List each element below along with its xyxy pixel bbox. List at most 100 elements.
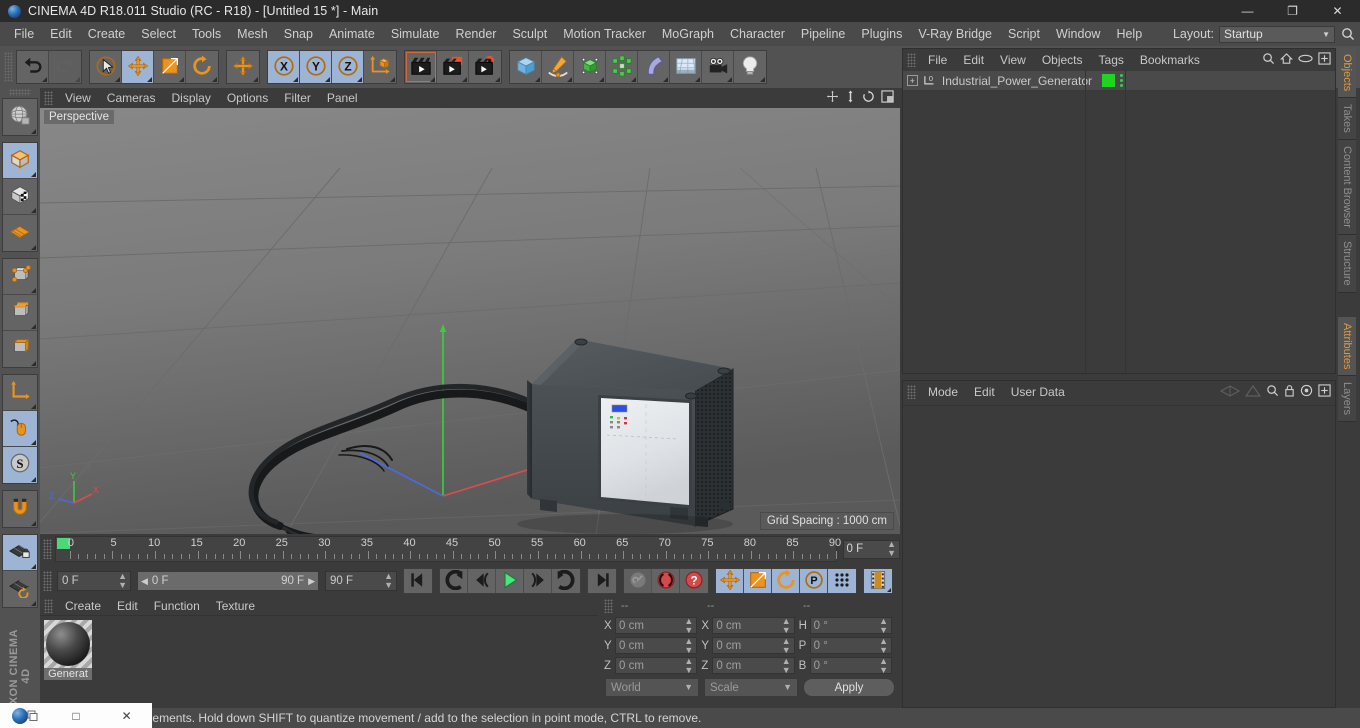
workplane-lock[interactable] — [3, 534, 37, 571]
play-button[interactable] — [496, 569, 524, 593]
coord-position-input-x[interactable]: 0 cm ▲ ▼ — [615, 616, 698, 635]
planar-workplane[interactable] — [3, 570, 37, 607]
rotate-tool[interactable] — [186, 51, 218, 83]
menu-simulate[interactable]: Simulate — [383, 23, 448, 45]
close-window-button[interactable]: ✕ — [101, 703, 152, 728]
vertical-tab-layers[interactable]: Layers — [1338, 376, 1356, 423]
spinner-icon[interactable]: ▲ ▼ — [684, 656, 693, 675]
viewport-canvas[interactable]: Perspective Grid Spacing : 1000 cm Y X Z — [40, 108, 900, 534]
range-right-arrow-icon[interactable]: ▶ — [308, 576, 315, 587]
add-camera-button[interactable] — [702, 51, 734, 83]
viewport-grip[interactable] — [44, 91, 53, 105]
record-parameter-button[interactable]: P — [800, 569, 828, 593]
rotate-view-icon[interactable] — [862, 90, 875, 106]
viewport-menu-options[interactable]: Options — [219, 90, 276, 106]
record-active-objects-button[interactable] — [624, 569, 652, 593]
search-icon[interactable] — [1262, 52, 1275, 68]
menu-plugins[interactable]: Plugins — [853, 23, 910, 45]
coord-position-input-y[interactable]: 0 cm ▲ ▼ — [615, 636, 698, 655]
timeline-grip[interactable] — [43, 539, 52, 559]
lock-y-axis[interactable]: Y — [300, 51, 332, 83]
spinner-icon[interactable]: ▲ ▼ — [887, 540, 896, 558]
attributes-menu-user-data[interactable]: User Data — [1003, 384, 1073, 400]
coord-size-input-z[interactable]: 0 cm ▲ ▼ — [712, 656, 795, 674]
vertical-tab-takes[interactable]: Takes — [1338, 98, 1356, 141]
keyframe-selection-button[interactable]: ? — [680, 569, 708, 593]
go-to-previous-keyframe-button[interactable] — [440, 569, 468, 593]
apply-button[interactable]: Apply — [803, 678, 895, 697]
vertical-tab-objects[interactable]: Objects — [1338, 48, 1356, 99]
lock-z-axis[interactable]: Z — [332, 51, 364, 83]
zoom-icon[interactable] — [845, 90, 856, 106]
objects-menu-file[interactable]: File — [920, 52, 955, 68]
menu-mesh[interactable]: Mesh — [229, 23, 276, 45]
record-rotation-button[interactable] — [772, 568, 800, 593]
redo-button[interactable] — [49, 51, 81, 83]
layout-dropdown[interactable]: Startup ▼ — [1219, 25, 1335, 43]
polygons-mode[interactable] — [3, 330, 37, 367]
world-object-coords[interactable] — [364, 51, 396, 83]
record-scale-button[interactable] — [744, 569, 772, 593]
restore-window-button[interactable]: □ — [51, 703, 102, 728]
coordinates-grip[interactable] — [604, 599, 613, 613]
viewport-menu-filter[interactable]: Filter — [276, 90, 319, 106]
viewport-menu-view[interactable]: View — [57, 90, 99, 106]
material-list[interactable]: Generat — [40, 616, 598, 708]
add-generator-button[interactable] — [574, 51, 606, 83]
spinner-icon[interactable]: ▲ ▼ — [684, 636, 693, 655]
add-spline-button[interactable] — [542, 51, 574, 83]
add-environment-button[interactable] — [670, 51, 702, 83]
autokeying-button[interactable] — [652, 569, 680, 593]
object-axis-mode[interactable] — [3, 374, 37, 411]
playback-grip[interactable] — [43, 571, 52, 591]
viewport-menu-cameras[interactable]: Cameras — [99, 90, 164, 106]
material-item[interactable]: Generat — [44, 620, 92, 680]
enable-snap[interactable] — [3, 410, 37, 447]
menu-motion-tracker[interactable]: Motion Tracker — [555, 23, 654, 45]
expand-icon[interactable]: + — [907, 75, 918, 86]
attributes-body[interactable] — [903, 405, 1335, 707]
attributes-menu-mode[interactable]: Mode — [920, 384, 966, 400]
coord-rotation-input-p[interactable]: 0 ° ▲ ▼ — [809, 636, 892, 654]
spinner-icon[interactable]: ▲ ▼ — [782, 616, 791, 635]
search-icon[interactable] — [1340, 26, 1356, 42]
object-tag-icon[interactable] — [1102, 74, 1115, 87]
go-to-previous-frame-button[interactable] — [468, 569, 496, 593]
lock-x-axis[interactable]: X — [268, 51, 300, 83]
objects-menu-edit[interactable]: Edit — [955, 52, 992, 68]
coord-position-input-z[interactable]: 0 cm ▲ ▼ — [615, 656, 698, 675]
menu-v-ray-bridge[interactable]: V-Ray Bridge — [910, 23, 1000, 45]
spinner-icon[interactable]: ▲ ▼ — [782, 636, 791, 655]
back-nav-icon[interactable] — [1219, 384, 1241, 400]
menu-mograph[interactable]: MoGraph — [654, 23, 722, 45]
scale-tool[interactable] — [154, 51, 186, 83]
spinner-icon[interactable]: ▲ ▼ — [384, 572, 393, 590]
material-menu-function[interactable]: Function — [146, 598, 208, 614]
move-tool[interactable] — [122, 51, 154, 83]
menu-pipeline[interactable]: Pipeline — [793, 23, 853, 45]
render-to-picture-viewer-button[interactable] — [437, 51, 469, 83]
objects-menu-tags[interactable]: Tags — [1091, 52, 1132, 68]
vertical-tab-content-browser[interactable]: Content Browser — [1338, 140, 1356, 235]
material-manager-grip[interactable] — [44, 598, 53, 613]
playback-range-slider[interactable]: ◀ 0 F 90 F ▶ — [137, 571, 319, 591]
left-toolbar-grip[interactable] — [9, 89, 31, 96]
toolbar-grip[interactable] — [4, 52, 13, 82]
eye-icon[interactable] — [1298, 53, 1313, 67]
forward-nav-icon[interactable] — [1244, 384, 1262, 400]
menu-create[interactable]: Create — [80, 23, 134, 45]
attributes-menu-edit[interactable]: Edit — [966, 384, 1003, 400]
coord-rotation-input-h[interactable]: 0 ° ▲ ▼ — [809, 616, 892, 634]
menu-script[interactable]: Script — [1000, 23, 1048, 45]
spinner-icon[interactable]: ▲ ▼ — [684, 616, 693, 635]
attributes-manager-grip[interactable] — [907, 385, 916, 399]
timeline-toggle-button[interactable] — [864, 569, 892, 593]
c4d-taskbar-icon[interactable] — [0, 703, 51, 728]
menu-tools[interactable]: Tools — [184, 23, 229, 45]
playback-max-frame-field[interactable]: 90 F ▲ ▼ — [325, 571, 397, 591]
coord-size-input-x[interactable]: 0 cm ▲ ▼ — [712, 616, 795, 635]
model-mode[interactable] — [3, 142, 37, 179]
objects-manager-grip[interactable] — [907, 53, 916, 67]
maximize-button[interactable]: ❐ — [1270, 0, 1315, 22]
menu-help[interactable]: Help — [1108, 23, 1150, 45]
